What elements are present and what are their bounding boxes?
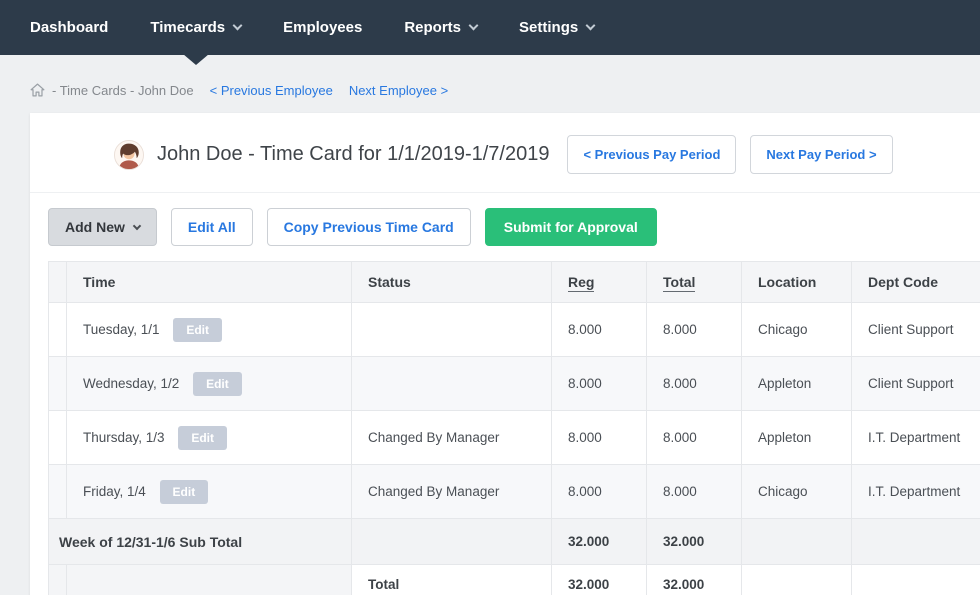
total-cell: 8.000 [647,303,742,357]
column-header-total[interactable]: Total [647,262,742,303]
dept-code-cell: Client Support [852,303,980,357]
reg-grand-total-cell: 32.000 [552,565,647,595]
edit-button[interactable]: Edit [173,318,222,342]
time-cell: Wednesday, 1/2 Edit [67,357,352,411]
table-row: Tuesday, 1/1 Edit 8.000 8.000 Chicago Cl… [49,303,980,357]
user-avatar [114,140,144,170]
dept-code-cell [852,519,980,565]
nav-item-employees[interactable]: Employees [283,19,362,36]
day-label: Wednesday, 1/2 [83,376,179,391]
total-cell: 8.000 [647,411,742,465]
grand-total-row: Total 32.000 32.000 [49,565,980,595]
column-header-dept-code: Dept Code [852,262,980,303]
page-title: John Doe - Time Card for 1/1/2019-1/7/20… [157,143,549,166]
column-header-status: Status [352,262,552,303]
dept-code-cell [852,565,980,595]
subtotal-row: Week of 12/31-1/6 Sub Total 32.000 32.00… [49,519,980,565]
status-cell: Changed By Manager [352,411,552,465]
chevron-down-icon [233,21,243,31]
nav-item-label: Timecards [150,19,225,36]
total-cell: 8.000 [647,357,742,411]
nav-item-dashboard[interactable]: Dashboard [30,19,108,36]
total-subtotal-cell: 32.000 [647,519,742,565]
time-cell: Tuesday, 1/1 Edit [67,303,352,357]
day-label: Tuesday, 1/1 [83,322,160,337]
location-cell: Chicago [742,465,852,519]
top-nav: Dashboard Timecards Employees Reports Se… [0,0,980,55]
timecard-panel: John Doe - Time Card for 1/1/2019-1/7/20… [30,113,980,595]
submit-for-approval-button[interactable]: Submit for Approval [485,208,657,246]
copy-previous-time-card-button[interactable]: Copy Previous Time Card [267,208,471,246]
time-cell: Thursday, 1/3 Edit [67,411,352,465]
location-cell [742,565,852,595]
next-pay-period-button[interactable]: Next Pay Period > [750,135,892,174]
chevron-down-icon [133,221,141,229]
reg-subtotal-cell: 32.000 [552,519,647,565]
column-header-time: Time [67,262,352,303]
timecard-header: John Doe - Time Card for 1/1/2019-1/7/20… [30,113,980,193]
dept-code-cell: Client Support [852,357,980,411]
gutter-cell [49,411,67,465]
day-label: Friday, 1/4 [83,484,146,499]
dept-code-cell: I.T. Department [852,411,980,465]
chevron-down-icon [469,21,479,31]
previous-pay-period-button[interactable]: < Previous Pay Period [567,135,736,174]
nav-item-timecards[interactable]: Timecards [150,19,241,36]
nav-item-reports[interactable]: Reports [404,19,477,36]
status-cell: Changed By Manager [352,465,552,519]
status-cell [352,519,552,565]
table-row: Thursday, 1/3 Edit Changed By Manager 8.… [49,411,980,465]
nav-item-label: Dashboard [30,19,108,36]
grand-total-label: Total [352,565,552,595]
reg-cell: 8.000 [552,465,647,519]
gutter-header-cell [49,262,67,303]
location-cell: Appleton [742,411,852,465]
day-label: Thursday, 1/3 [83,430,165,445]
location-cell [742,519,852,565]
timecard-table: Time Status Reg Total Location Dept Code… [48,261,980,595]
nav-item-label: Settings [519,19,578,36]
home-icon[interactable] [30,83,45,97]
nav-item-label: Reports [404,19,461,36]
column-header-reg[interactable]: Reg [552,262,647,303]
reg-cell: 8.000 [552,357,647,411]
status-cell [352,357,552,411]
total-grand-total-cell: 32.000 [647,565,742,595]
edit-all-button[interactable]: Edit All [171,208,253,246]
location-cell: Appleton [742,357,852,411]
edit-button[interactable]: Edit [193,372,242,396]
gutter-cell [49,357,67,411]
chevron-down-icon [586,21,596,31]
gutter-cell [49,565,67,595]
reg-cell: 8.000 [552,411,647,465]
reg-cell: 8.000 [552,303,647,357]
column-header-location: Location [742,262,852,303]
edit-button[interactable]: Edit [160,480,209,504]
table-row: Wednesday, 1/2 Edit 8.000 8.000 Appleton… [49,357,980,411]
location-cell: Chicago [742,303,852,357]
gutter-cell [49,465,67,519]
active-tab-notch [183,54,209,65]
dept-code-cell: I.T. Department [852,465,980,519]
status-cell [352,303,552,357]
nav-item-settings[interactable]: Settings [519,19,594,36]
add-new-button[interactable]: Add New [48,208,157,246]
gutter-cell [49,303,67,357]
time-cell [67,565,352,595]
toolbar: Add New Edit All Copy Previous Time Card… [30,193,980,261]
total-cell: 8.000 [647,465,742,519]
time-cell: Friday, 1/4 Edit [67,465,352,519]
table-header-row: Time Status Reg Total Location Dept Code [49,262,980,303]
nav-item-label: Employees [283,19,362,36]
previous-employee-link[interactable]: < Previous Employee [210,83,333,98]
next-employee-link[interactable]: Next Employee > [349,83,448,98]
breadcrumb-text: - Time Cards - John Doe [52,83,194,98]
breadcrumb: - Time Cards - John Doe < Previous Emplo… [30,81,980,99]
subtotal-label: Week of 12/31-1/6 Sub Total [49,519,352,565]
table-row: Friday, 1/4 Edit Changed By Manager 8.00… [49,465,980,519]
edit-button[interactable]: Edit [178,426,227,450]
add-new-label: Add New [65,219,125,235]
